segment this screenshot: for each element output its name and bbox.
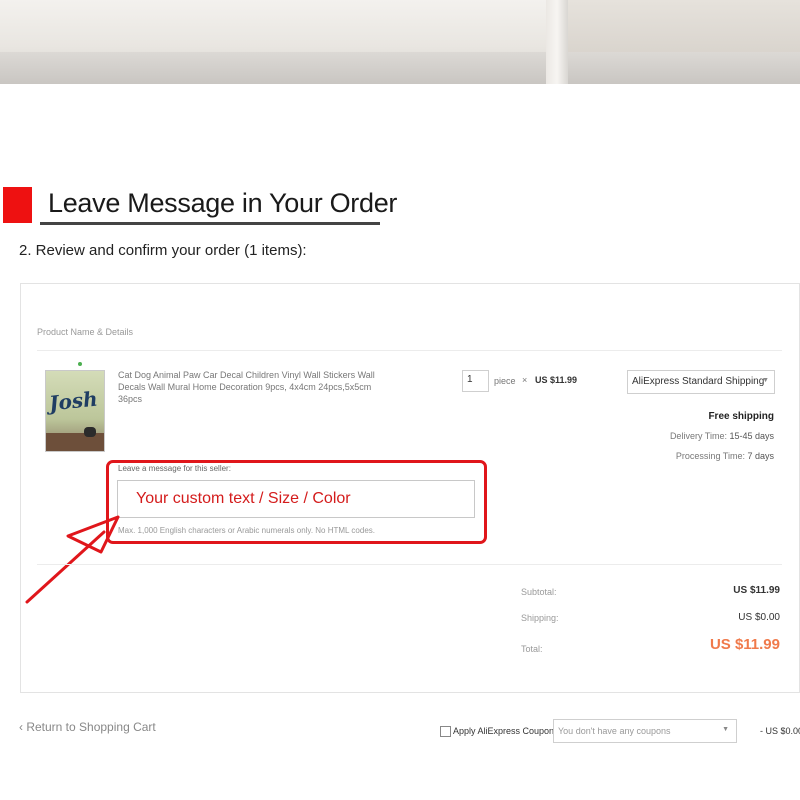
apply-coupon-checkbox[interactable] (440, 726, 451, 737)
free-shipping-label: Free shipping (708, 411, 774, 422)
subtotal-value: US $11.99 (733, 585, 780, 596)
product-title[interactable]: Cat Dog Animal Paw Car Decal Children Vi… (118, 369, 378, 405)
title-underline (40, 222, 380, 225)
total-value: US $11.99 (709, 636, 780, 653)
banner-photo-shelf (0, 52, 800, 84)
delivery-time-label: Delivery Time: (669, 431, 727, 441)
chevron-down-icon: ▼ (722, 726, 729, 733)
shipping-method-value: AliExpress Standard Shipping (632, 376, 765, 387)
divider (37, 350, 782, 351)
processing-time-label: Processing Time: (675, 451, 745, 461)
coupon-select[interactable]: You don't have any coupons ▼ (553, 719, 737, 743)
total-label: Total: (521, 644, 543, 654)
product-image[interactable]: Josh (45, 370, 105, 452)
heading-marker (3, 187, 32, 223)
shipping-method-select[interactable]: AliExpress Standard Shipping ▼ (627, 370, 775, 394)
processing-time-value: 7 days (747, 451, 774, 461)
coupon-amount: - US $0.00 (760, 726, 800, 736)
status-dot (78, 362, 82, 366)
chevron-down-icon: ▼ (762, 377, 769, 384)
column-header-product: Product Name & Details (37, 327, 134, 337)
subtotal-label: Subtotal: (521, 587, 557, 597)
shipping-value: US $0.00 (738, 612, 780, 623)
quantity-input[interactable]: 1 (462, 370, 489, 392)
banner-photo (0, 0, 800, 84)
seller-message-label: Leave a message for this seller: (118, 464, 231, 473)
processing-time: Processing Time: 7 days (676, 451, 774, 461)
apply-coupon-label: Apply AliExpress Coupon: (453, 726, 557, 736)
delivery-time: Delivery Time: 15-45 days (670, 431, 774, 441)
delivery-time-value: 15-45 days (729, 431, 774, 441)
product-image-decal-text: Josh (47, 386, 99, 416)
return-to-cart-link[interactable]: ‹ Return to Shopping Cart (19, 720, 156, 734)
page-title: Leave Message in Your Order (48, 188, 398, 218)
coupon-select-placeholder: You don't have any coupons (558, 726, 671, 736)
banner-photo-board (568, 0, 800, 58)
quantity-unit: piece (494, 376, 516, 386)
unit-price: US $11.99 (535, 375, 578, 385)
banner-photo-post (546, 0, 568, 84)
product-image-floor (46, 433, 104, 451)
seller-message-hint: Max. 1,000 English characters or Arabic … (118, 526, 375, 535)
seller-message-field[interactable]: Your custom text / Size / Color (117, 480, 475, 518)
multiply-sign: × (522, 375, 528, 385)
step-title: 2. Review and confirm your order (1 item… (19, 242, 307, 259)
shipping-label: Shipping: (521, 613, 559, 623)
product-image-dog (84, 427, 96, 437)
divider (37, 564, 782, 565)
